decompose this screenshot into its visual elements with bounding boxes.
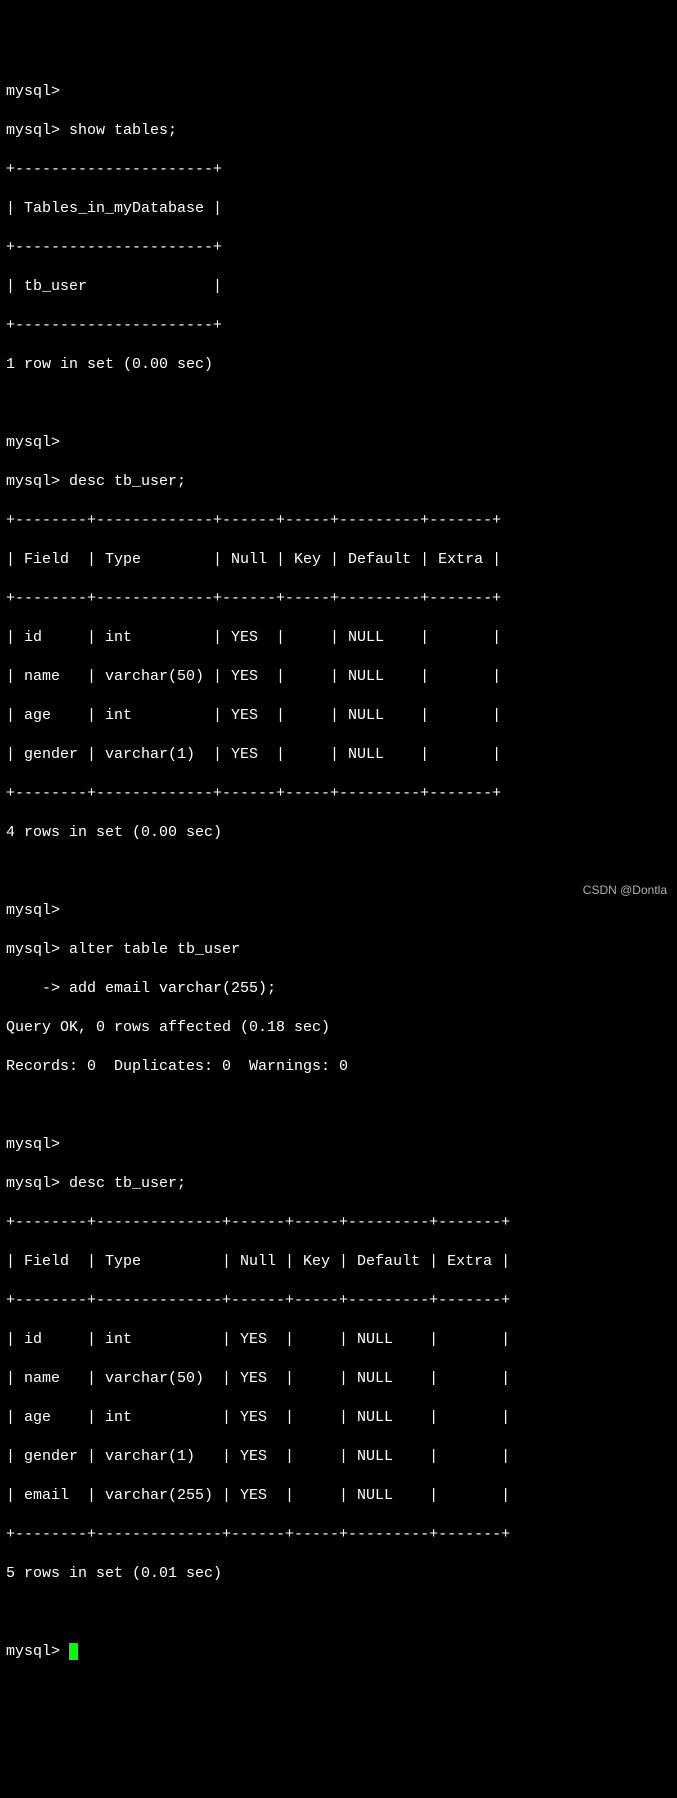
desc2-footer: 5 rows in set (0.01 sec)	[6, 1564, 671, 1584]
cmd-show-tables[interactable]: mysql> show tables;	[6, 121, 671, 141]
blank	[6, 394, 671, 414]
alter-result-1: Query OK, 0 rows affected (0.18 sec)	[6, 1018, 671, 1038]
desc2-row: | gender | varchar(1) | YES | | NULL | |	[6, 1447, 671, 1467]
desc1-row: | age | int | YES | | NULL | |	[6, 706, 671, 726]
cmd-alter-line2[interactable]: -> add email varchar(255);	[6, 979, 671, 999]
prompt-empty[interactable]: mysql>	[6, 82, 671, 102]
desc1-row: | gender | varchar(1) | YES | | NULL | |	[6, 745, 671, 765]
blank	[6, 1603, 671, 1623]
desc1-row: | id | int | YES | | NULL | |	[6, 628, 671, 648]
desc2-row: | email | varchar(255) | YES | | NULL | …	[6, 1486, 671, 1506]
desc1-border-top: +--------+-------------+------+-----+---…	[6, 511, 671, 531]
tables-row-tbuser: | tb_user |	[6, 277, 671, 297]
desc2-border-bot: +--------+--------------+------+-----+--…	[6, 1525, 671, 1545]
cmd-desc-tbuser-2[interactable]: mysql> desc tb_user;	[6, 1174, 671, 1194]
tables-header: | Tables_in_myDatabase |	[6, 199, 671, 219]
prompt-empty[interactable]: mysql>	[6, 1135, 671, 1155]
desc2-row: | age | int | YES | | NULL | |	[6, 1408, 671, 1428]
tables-border-top: +----------------------+	[6, 160, 671, 180]
tables-border-bot: +----------------------+	[6, 316, 671, 336]
blank	[6, 1096, 671, 1116]
prompt-empty[interactable]: mysql>	[6, 433, 671, 453]
desc2-border-mid: +--------+--------------+------+-----+--…	[6, 1291, 671, 1311]
watermark: CSDN @Dontla	[583, 883, 667, 899]
desc1-border-bot: +--------+-------------+------+-----+---…	[6, 784, 671, 804]
desc1-footer: 4 rows in set (0.00 sec)	[6, 823, 671, 843]
desc1-border-mid: +--------+-------------+------+-----+---…	[6, 589, 671, 609]
desc1-header: | Field | Type | Null | Key | Default | …	[6, 550, 671, 570]
cmd-desc-tbuser-1[interactable]: mysql> desc tb_user;	[6, 472, 671, 492]
prompt-cursor[interactable]: mysql>	[6, 1642, 671, 1662]
desc1-row: | name | varchar(50) | YES | | NULL | |	[6, 667, 671, 687]
cmd-alter-line1[interactable]: mysql> alter table tb_user	[6, 940, 671, 960]
blank	[6, 862, 671, 882]
tables-footer: 1 row in set (0.00 sec)	[6, 355, 671, 375]
prompt-empty[interactable]: mysql>	[6, 901, 671, 921]
desc2-border-top: +--------+--------------+------+-----+--…	[6, 1213, 671, 1233]
tables-border-mid: +----------------------+	[6, 238, 671, 258]
alter-result-2: Records: 0 Duplicates: 0 Warnings: 0	[6, 1057, 671, 1077]
cursor-icon	[69, 1643, 78, 1660]
desc2-row: | id | int | YES | | NULL | |	[6, 1330, 671, 1350]
desc2-header: | Field | Type | Null | Key | Default | …	[6, 1252, 671, 1272]
desc2-row: | name | varchar(50) | YES | | NULL | |	[6, 1369, 671, 1389]
